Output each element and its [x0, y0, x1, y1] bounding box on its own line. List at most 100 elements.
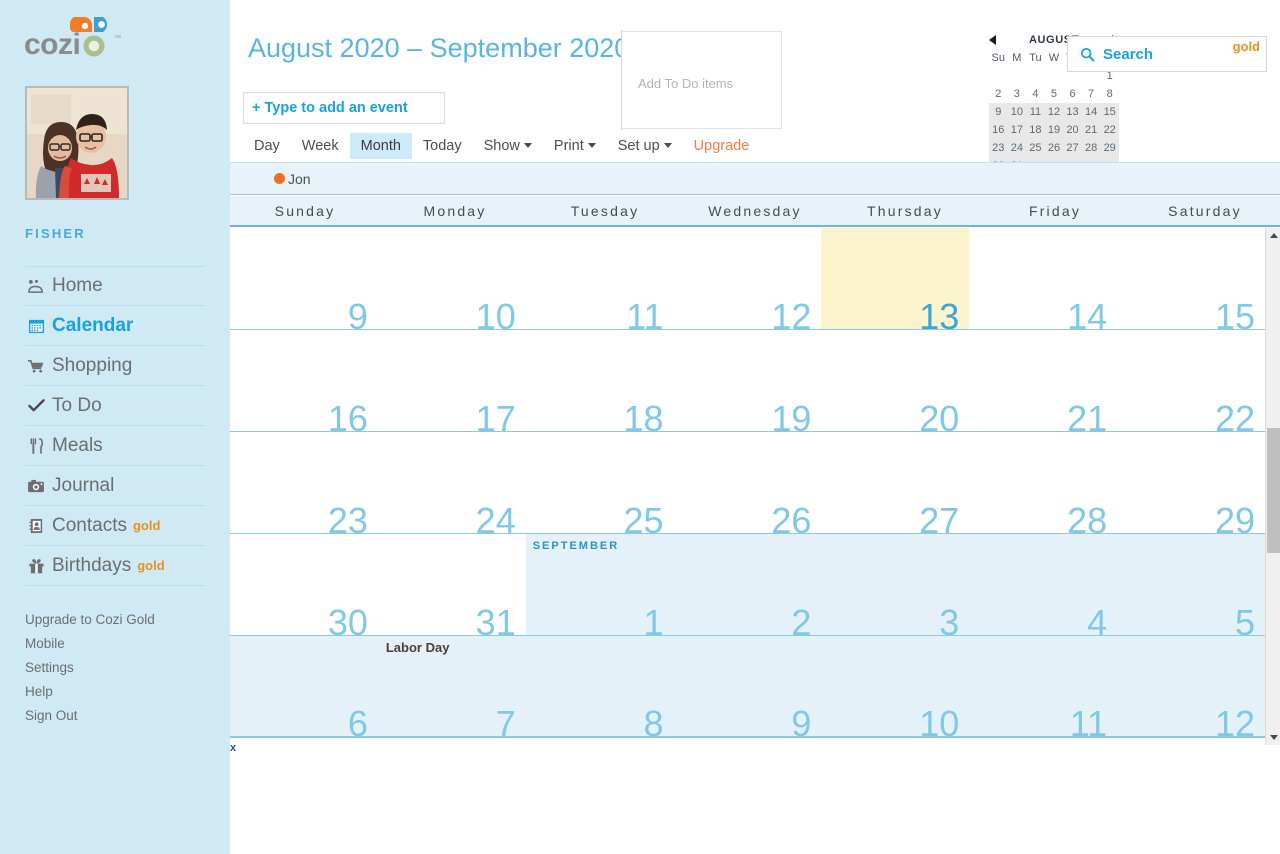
mini-calendar-day[interactable]: 10 [1007, 103, 1027, 121]
sidebar-item-calendar[interactable]: Calendar [25, 306, 205, 346]
sidebar-item-birthdays[interactable]: Birthdays gold [25, 546, 205, 586]
calendar-day-cell[interactable]: 10 [377, 228, 526, 335]
mini-calendar-day[interactable]: 16 [989, 121, 1008, 139]
mini-calendar-day[interactable]: 20 [1063, 121, 1082, 139]
mini-calendar-day[interactable]: 13 [1063, 103, 1082, 121]
search-input[interactable]: Search gold [1067, 36, 1267, 72]
mini-calendar-day[interactable]: 7 [1082, 85, 1101, 103]
calendar-day-cell[interactable]: 5 [1117, 534, 1265, 641]
mini-calendar-day[interactable]: 3 [1008, 85, 1027, 103]
mini-calendar-day[interactable]: 17 [1007, 121, 1027, 139]
cozi-logo[interactable]: cozi ™ [22, 10, 132, 60]
sidebar-sublink-upgrade-to-cozi-gold[interactable]: Upgrade to Cozi Gold [25, 608, 155, 632]
mini-calendar-prev-icon[interactable] [989, 35, 996, 45]
toolbar-item-month[interactable]: Month [349, 132, 412, 159]
weekday-header-row: Sunday Monday Tuesday Wednesday Thursday Frid… [230, 196, 1280, 227]
mini-calendar-day[interactable]: 26 [1044, 139, 1064, 157]
sidebar-item-to-do[interactable]: To Do [25, 386, 205, 426]
mini-calendar-day[interactable]: 11 [1026, 103, 1045, 121]
calendar-event[interactable]: Labor Day [386, 640, 450, 655]
todo-input[interactable]: Add To Do items [622, 31, 782, 129]
mini-calendar-day[interactable]: 14 [1081, 103, 1101, 121]
mini-calendar-day[interactable]: 23 [989, 139, 1008, 157]
calendar-day-cell[interactable]: 3 [821, 534, 970, 641]
sidebar-item-home[interactable]: Home [25, 266, 205, 306]
sidebar-item-contacts[interactable]: Contacts gold [25, 506, 205, 546]
calendar-day-cell[interactable]: 9 [673, 636, 822, 742]
mini-calendar-day[interactable]: 24 [1007, 139, 1027, 157]
calendar-day-cell[interactable]: 16 [230, 330, 378, 437]
close-icon[interactable]: x [230, 742, 236, 754]
calendar-day-cell[interactable]: 10 [821, 636, 970, 742]
calendar-day-cell[interactable]: 18 [525, 330, 674, 437]
calendar-day-cell[interactable]: 2 [673, 534, 822, 641]
calendar-day-cell[interactable]: 13 [821, 228, 970, 335]
mini-calendar-day[interactable]: 12 [1044, 103, 1064, 121]
calendar-day-cell[interactable]: 6 [230, 636, 378, 742]
person-filter[interactable]: Jon [274, 171, 311, 187]
mini-calendar-day[interactable]: 15 [1100, 103, 1119, 121]
calendar-day-cell[interactable]: 26 [673, 432, 822, 539]
calendar-day-cell[interactable]: 25 [525, 432, 674, 539]
mini-calendar-day[interactable]: 19 [1044, 121, 1064, 139]
calendar-day-cell[interactable]: 27 [821, 432, 970, 539]
calendar-day-cell[interactable]: 9 [230, 228, 378, 335]
sidebar-sublink-mobile[interactable]: Mobile [25, 632, 155, 656]
calendar-day-cell[interactable]: 30 [230, 534, 378, 641]
calendar-day-cell[interactable]: SEPTEMBER 1 [525, 534, 674, 641]
calendar-day-cell[interactable]: 8 [525, 636, 674, 742]
toolbar-item-set-up[interactable]: Set up [607, 133, 683, 159]
calendar-day-cell[interactable]: 11 [525, 228, 674, 335]
mini-calendar-day[interactable]: 28 [1081, 139, 1101, 157]
calendar-day-cell[interactable]: 4 [969, 534, 1118, 641]
mini-calendar-day[interactable]: 5 [1045, 85, 1064, 103]
mini-calendar-day[interactable]: 25 [1026, 139, 1045, 157]
mini-calendar-day[interactable]: 22 [1100, 121, 1119, 139]
mini-calendar-day[interactable]: 8 [1100, 85, 1119, 103]
calendar-day-cell[interactable]: Labor Day 7 [377, 636, 526, 742]
calendar-day-cell[interactable]: 24 [377, 432, 526, 539]
calendar-day-cell[interactable]: 28 [969, 432, 1118, 539]
calendar-day-cell[interactable]: 31 [377, 534, 526, 641]
mini-calendar-day[interactable]: 21 [1081, 121, 1101, 139]
avatar[interactable] [25, 86, 129, 200]
calendar-day-cell[interactable]: 29 [1117, 432, 1265, 539]
sidebar-item-journal[interactable]: Journal [25, 466, 205, 506]
scrollbar-thumb[interactable] [1267, 428, 1280, 553]
calendar-day-cell[interactable]: 15 [1117, 228, 1265, 335]
calendar-day-cell[interactable]: 12 [673, 228, 822, 335]
toolbar-item-upgrade[interactable]: Upgrade [683, 133, 761, 159]
mini-calendar-day[interactable]: 27 [1063, 139, 1082, 157]
calendar-day-cell[interactable]: 22 [1117, 330, 1265, 437]
mini-calendar-day[interactable]: 6 [1063, 85, 1082, 103]
scroll-up-icon[interactable] [1266, 228, 1280, 243]
mini-calendar-day[interactable]: 4 [1026, 85, 1045, 103]
calendar-day-cell[interactable]: 23 [230, 432, 378, 539]
sidebar-sublink-sign-out[interactable]: Sign Out [25, 704, 155, 728]
toolbar-item-week[interactable]: Week [291, 133, 350, 159]
calendar-day-cell[interactable]: 17 [377, 330, 526, 437]
sidebar-item-meals[interactable]: Meals [25, 426, 205, 466]
calendar-day-cell[interactable]: 11 [969, 636, 1118, 742]
toolbar-item-print[interactable]: Print [543, 133, 607, 159]
mini-calendar-day[interactable]: 29 [1100, 139, 1119, 157]
calendar-week-row: 30 31 SEPTEMBER 1 2 3 4 5 [230, 534, 1265, 641]
add-event-input[interactable]: + Type to add an event [243, 92, 445, 124]
toolbar-item-show[interactable]: Show [473, 133, 543, 159]
toolbar-item-today[interactable]: Today [412, 133, 473, 159]
calendar-day-cell[interactable]: 12 [1117, 636, 1265, 742]
sidebar-item-shopping[interactable]: Shopping [25, 346, 205, 386]
sidebar-sublink-settings[interactable]: Settings [25, 656, 155, 680]
calendar-day-cell[interactable]: 20 [821, 330, 970, 437]
calendar-day-cell[interactable]: 19 [673, 330, 822, 437]
calendar-day-cell[interactable]: 21 [969, 330, 1118, 437]
mini-calendar-day[interactable]: 2 [989, 85, 1008, 103]
calendar-day-cell[interactable]: 14 [969, 228, 1118, 335]
mini-calendar-day[interactable]: 18 [1026, 121, 1045, 139]
day-number: 11 [1069, 703, 1108, 744]
toolbar-item-day[interactable]: Day [243, 133, 291, 159]
mini-calendar-day[interactable]: 9 [989, 103, 1008, 121]
sidebar-sublink-help[interactable]: Help [25, 680, 155, 704]
calendar-scrollbar[interactable] [1265, 228, 1280, 745]
scroll-down-icon[interactable] [1266, 730, 1280, 745]
